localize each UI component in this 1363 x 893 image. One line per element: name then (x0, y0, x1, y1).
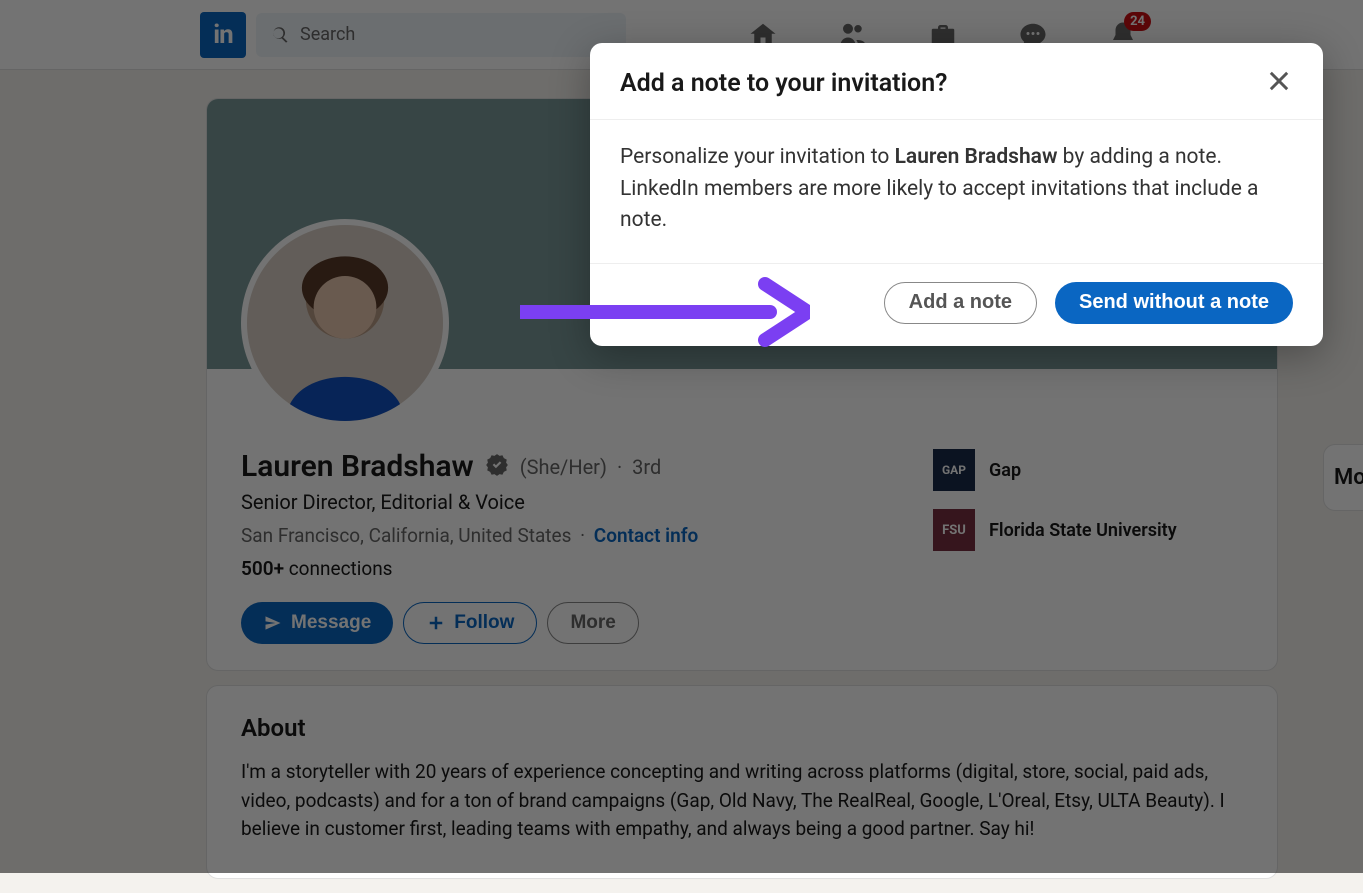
modal-body: Personalize your invitation to Lauren Br… (590, 120, 1323, 264)
add-note-button[interactable]: Add a note (884, 282, 1037, 324)
close-button[interactable] (1265, 67, 1293, 99)
send-without-note-button[interactable]: Send without a note (1055, 282, 1293, 324)
modal-title: Add a note to your invitation? (620, 69, 947, 98)
close-icon (1265, 67, 1293, 95)
invitation-modal: Add a note to your invitation? Personali… (590, 43, 1323, 346)
